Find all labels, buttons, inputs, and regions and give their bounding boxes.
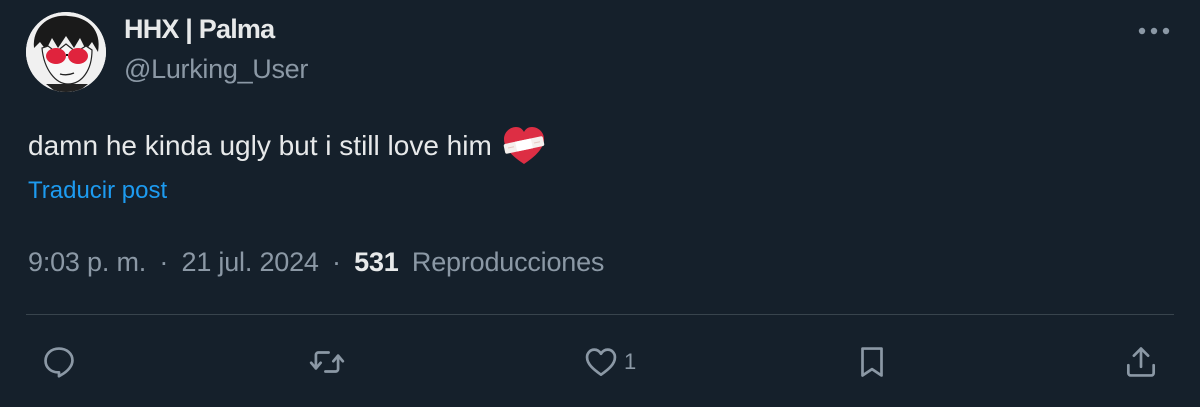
more-options-button[interactable]	[1132, 16, 1176, 46]
reply-icon	[44, 347, 74, 378]
post-time[interactable]: 9:03 p. m.	[28, 247, 146, 277]
avatar[interactable]	[26, 12, 106, 92]
post-date[interactable]: 21 jul. 2024	[182, 247, 319, 277]
repost-icon	[309, 351, 345, 373]
like-count: 1	[624, 349, 637, 374]
divider	[26, 314, 1174, 315]
share-icon	[1126, 347, 1156, 377]
repost-button[interactable]	[308, 342, 346, 382]
more-icon	[1138, 27, 1170, 35]
display-name[interactable]: HHX | Palma	[124, 14, 275, 45]
meta-separator: ·	[159, 247, 169, 277]
heart-with-bandage-icon	[502, 126, 546, 166]
views-label: Reproducciones	[411, 247, 605, 277]
bookmark-button[interactable]	[853, 342, 891, 382]
post-meta: 9:03 p. m. · 21 jul. 2024 · 531 Reproduc…	[28, 247, 604, 278]
reply-button[interactable]	[40, 342, 78, 382]
bookmark-icon	[861, 347, 883, 377]
avatar-image	[26, 12, 106, 92]
like-button[interactable]: 1	[582, 342, 636, 382]
user-handle[interactable]: @Lurking_User	[124, 54, 308, 85]
heart-icon	[585, 348, 617, 377]
views-count: 531	[354, 247, 399, 277]
post-text: damn he kinda ugly but i still love him	[28, 130, 492, 161]
tweet-card: HHX | Palma @Lurking_User damn he kinda …	[0, 0, 1200, 407]
meta-separator: ·	[332, 247, 341, 277]
post-text-row: damn he kinda ugly but i still love him	[28, 126, 546, 166]
share-button[interactable]	[1122, 342, 1160, 382]
translate-post-link[interactable]: Traducir post	[28, 177, 167, 205]
